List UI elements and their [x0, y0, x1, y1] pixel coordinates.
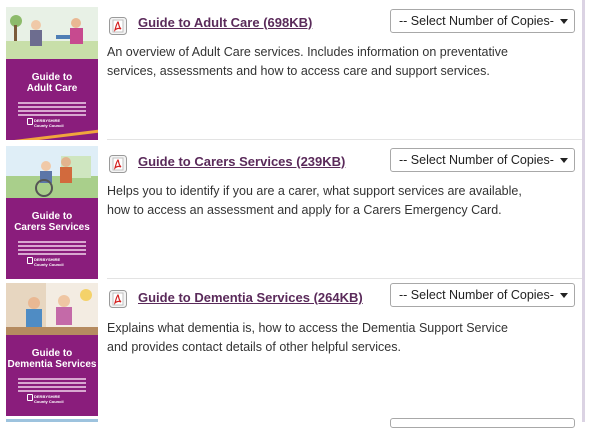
cover-panel: Guide to Carers Services DERBYSHIRE Coun… — [6, 198, 98, 279]
council-logo-icon — [27, 118, 33, 125]
cover-illustration — [6, 146, 98, 198]
council-logo-icon — [27, 257, 33, 264]
cover-title: Guide to Adult Care — [26, 72, 78, 94]
cover-body-text — [18, 241, 86, 257]
publication-item-dementia-services: Guide to Dementia Services DERBYSHIRE Co… — [0, 276, 582, 416]
cover-panel: Guide to Adult Care DERBYSHIRE County Co… — [6, 59, 98, 140]
pdf-icon[interactable] — [109, 290, 127, 308]
pdf-icon[interactable] — [109, 17, 127, 35]
cover-body-text — [18, 102, 86, 118]
chevron-down-icon — [560, 158, 568, 163]
cover-body-text — [18, 378, 86, 394]
cover-title: Guide to Dementia Services — [7, 348, 97, 370]
cover-illustration — [6, 283, 98, 335]
document-link[interactable]: Guide to Dementia Services (264KB) — [138, 290, 363, 305]
document-link[interactable]: Guide to Adult Care (698KB) — [138, 15, 312, 30]
cover-thumbnail[interactable]: Guide to Dementia Services DERBYSHIRE Co… — [6, 283, 98, 416]
document-description: An overview of Adult Care services. Incl… — [107, 45, 508, 78]
copies-select-value: -- Select Number of Copies- — [399, 14, 554, 28]
copies-select-value: -- Select Number of Copies- — [399, 153, 554, 167]
council-logo: DERBYSHIRE County Council — [34, 118, 64, 128]
next-copies-select[interactable] — [390, 418, 575, 428]
document-link[interactable]: Guide to Carers Services (239KB) — [138, 154, 345, 169]
council-logo: DERBYSHIRE County Council — [34, 257, 64, 267]
cover-thumbnail[interactable]: Guide to Carers Services DERBYSHIRE Coun… — [6, 146, 98, 279]
chevron-down-icon — [560, 293, 568, 298]
pdf-icon[interactable] — [109, 155, 127, 173]
cover-thumbnail[interactable]: Guide to Adult Care DERBYSHIRE County Co… — [6, 7, 98, 140]
cover-title: Guide to Carers Services — [14, 211, 90, 233]
council-logo: DERBYSHIRE County Council — [34, 394, 64, 404]
document-description: Explains what dementia is, how to access… — [107, 321, 508, 354]
chevron-down-icon — [560, 19, 568, 24]
page-edge-rule — [582, 0, 585, 422]
copies-select-value: -- Select Number of Copies- — [399, 288, 554, 302]
council-logo-icon — [27, 394, 33, 401]
publication-item-adult-care: Guide to Adult Care DERBYSHIRE County Co… — [0, 0, 582, 140]
publication-item-carers-services: Guide to Carers Services DERBYSHIRE Coun… — [0, 139, 582, 279]
document-description: Helps you to identify if you are a carer… — [107, 184, 522, 217]
copies-select[interactable]: -- Select Number of Copies- — [390, 148, 575, 172]
cover-panel: Guide to Dementia Services DERBYSHIRE Co… — [6, 335, 98, 416]
copies-select[interactable]: -- Select Number of Copies- — [390, 9, 575, 33]
cover-illustration — [6, 7, 98, 59]
copies-select[interactable]: -- Select Number of Copies- — [390, 283, 575, 307]
